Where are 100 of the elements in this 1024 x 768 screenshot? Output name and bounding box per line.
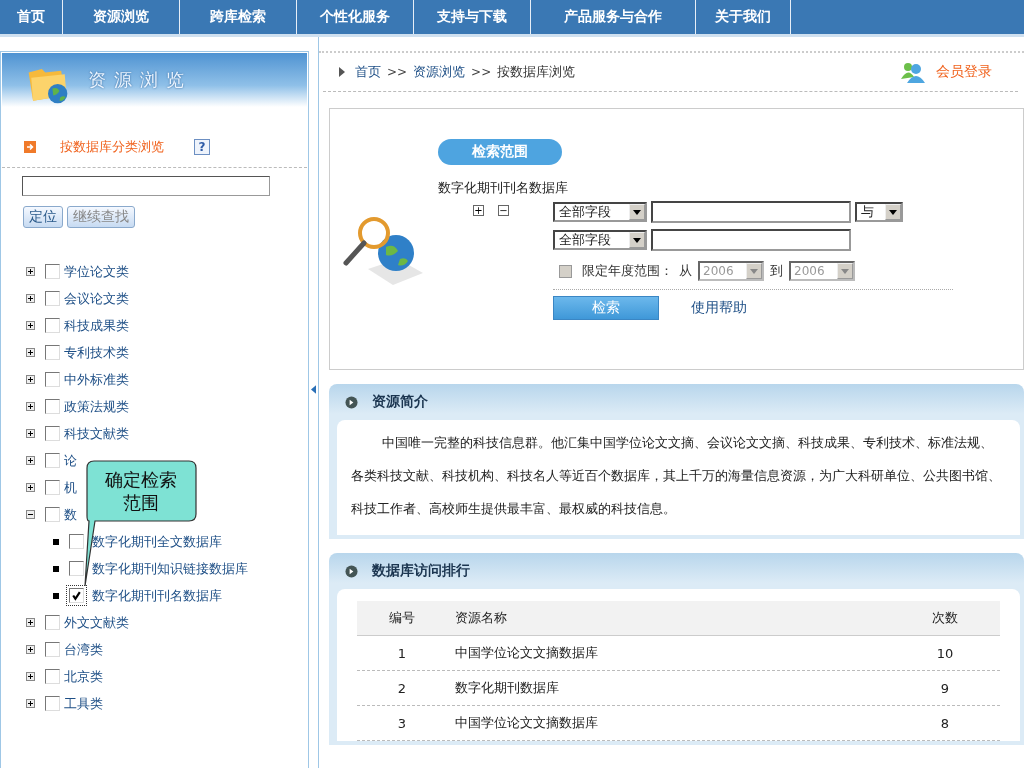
triangle-icon (339, 67, 345, 77)
nav-tab[interactable]: 跨库检索 (180, 0, 297, 34)
help-button[interactable]: ? (194, 139, 210, 155)
database-name: 数字化期刊刊名数据库 (438, 179, 568, 197)
field-dropdown[interactable]: 全部字段 (553, 202, 647, 222)
expander-icon[interactable] (26, 618, 35, 627)
bullet-icon (53, 565, 59, 572)
bullet-icon (53, 538, 59, 545)
checkbox[interactable] (69, 561, 84, 576)
tree-item[interactable]: 工具类 (64, 694, 103, 713)
column-header: 编号 (388, 609, 416, 627)
tree-item[interactable]: 数 (64, 505, 77, 524)
expander-icon[interactable] (26, 645, 35, 654)
nav-tab[interactable]: 资源浏览 (63, 0, 180, 34)
nav-tab[interactable]: 产品服务与合作 (531, 0, 696, 34)
tree-item[interactable]: 科技文献类 (64, 424, 129, 443)
checkbox[interactable] (45, 696, 60, 711)
column-header: 次数 (931, 609, 959, 627)
expander-icon[interactable] (26, 510, 35, 519)
table-cell-text: 1 (396, 645, 408, 661)
caret-icon (750, 268, 758, 274)
remove-row-button[interactable]: − (498, 205, 509, 216)
checkbox[interactable] (45, 372, 60, 387)
callout-text: 确定检索范围 (103, 468, 178, 514)
tree-item[interactable]: 数字化期刊知识链接数据库 (92, 559, 248, 578)
field-dropdown[interactable]: 全部字段 (553, 230, 647, 250)
expander-icon[interactable] (26, 456, 35, 465)
checkbox[interactable] (45, 642, 60, 657)
checkbox[interactable] (45, 453, 60, 468)
checkbox[interactable] (69, 588, 84, 603)
tree-item[interactable]: 机 (64, 478, 77, 497)
table-cell-text: 中国学位论文文摘数据库 (454, 644, 599, 662)
tree-item[interactable]: 数字化期刊刊名数据库 (92, 586, 222, 605)
tree-item[interactable]: 政策法规类 (64, 397, 129, 416)
tree-item[interactable]: 会议论文类 (64, 289, 129, 308)
keyword-input[interactable] (651, 201, 851, 223)
checkbox[interactable] (69, 534, 84, 549)
checkbox[interactable] (45, 615, 60, 630)
breadcrumb-link[interactable]: 按数据库浏览 (497, 63, 576, 81)
checkbox[interactable] (45, 399, 60, 414)
help-link[interactable]: 使用帮助 (691, 299, 747, 317)
scope-tag: 检索范围 (438, 139, 562, 165)
table-cell-text: 8 (939, 715, 951, 731)
add-row-button[interactable]: + (473, 205, 484, 216)
collapse-arrow-icon[interactable] (311, 385, 316, 394)
expander-icon[interactable] (26, 348, 35, 357)
breadcrumb-link[interactable]: 资源浏览 (413, 63, 466, 81)
checkbox[interactable] (45, 507, 60, 522)
arrow-icon (24, 141, 36, 153)
breadcrumb-separator: >> (387, 65, 408, 79)
checkbox[interactable] (45, 318, 60, 333)
nav-tab[interactable]: 支持与下载 (414, 0, 531, 34)
from-label: 从 (679, 262, 692, 280)
year-range-label: 限定年度范围： (582, 262, 673, 280)
nav-tab[interactable]: 个性化服务 (297, 0, 414, 34)
arrow-circle-icon (345, 395, 358, 409)
checkbox[interactable] (45, 480, 60, 495)
expander-icon[interactable] (26, 402, 35, 411)
table-cell-text: 3 (396, 715, 408, 731)
keyword-input[interactable] (651, 229, 851, 251)
table-cell-text: 中国学位论文文摘数据库 (454, 714, 599, 732)
expander-icon[interactable] (26, 483, 35, 492)
locate-button[interactable]: 定位 (23, 206, 63, 228)
nav-tab[interactable]: 首页 (0, 0, 63, 34)
tree-item[interactable]: 外文文献类 (64, 613, 129, 632)
table-cell-text: 10 (935, 645, 955, 661)
checkbox[interactable] (45, 345, 60, 360)
caret-icon (889, 209, 897, 215)
expander-icon[interactable] (26, 429, 35, 438)
tree-item[interactable]: 北京类 (64, 667, 103, 686)
to-label: 到 (770, 262, 783, 280)
tree-item[interactable]: 学位论文类 (64, 262, 129, 281)
checkbox[interactable] (45, 669, 60, 684)
nav-tab[interactable]: 关于我们 (696, 0, 791, 34)
checkbox[interactable] (45, 291, 60, 306)
checkbox[interactable] (45, 264, 60, 279)
tree-item[interactable]: 中外标准类 (64, 370, 129, 389)
tree-item[interactable]: 论 (64, 451, 77, 470)
tree-item[interactable]: 台湾类 (64, 640, 103, 659)
expander-icon[interactable] (26, 699, 35, 708)
expander-icon[interactable] (26, 375, 35, 384)
checkbox[interactable] (45, 426, 60, 441)
intro-paragraph: 中国唯一完整的科技信息群。他汇集中国学位论文文摘、会议论文文摘、科技成果、专利技术、标准法规、各类科技文献、科技机构、科技名人等近百个数据库，其上千万的海量信息资源，为广大科研单位、公共图书馆、科技工作者、高校师生提供最丰富、最权威的科技信息。 (351, 434, 1002, 518)
locate-input[interactable] (22, 176, 270, 196)
caret-icon (633, 209, 641, 215)
breadcrumb-link[interactable]: 首页 (355, 63, 381, 81)
year-checkbox[interactable] (559, 264, 572, 278)
expander-icon[interactable] (26, 321, 35, 330)
expander-icon[interactable] (26, 267, 35, 276)
table-cell-text: 2 (396, 680, 408, 696)
users-icon (900, 61, 926, 83)
expander-icon[interactable] (26, 294, 35, 303)
expander-icon[interactable] (26, 672, 35, 681)
table-cell-text: 9 (939, 680, 951, 696)
tree-item[interactable]: 数字化期刊全文数据库 (92, 532, 222, 551)
logic-dropdown[interactable]: 与 (855, 202, 903, 222)
caret-icon (841, 268, 849, 274)
tree-item[interactable]: 科技成果类 (64, 316, 129, 335)
tree-item[interactable]: 专利技术类 (64, 343, 129, 362)
sidebar-title: 资源浏览 (88, 68, 192, 92)
